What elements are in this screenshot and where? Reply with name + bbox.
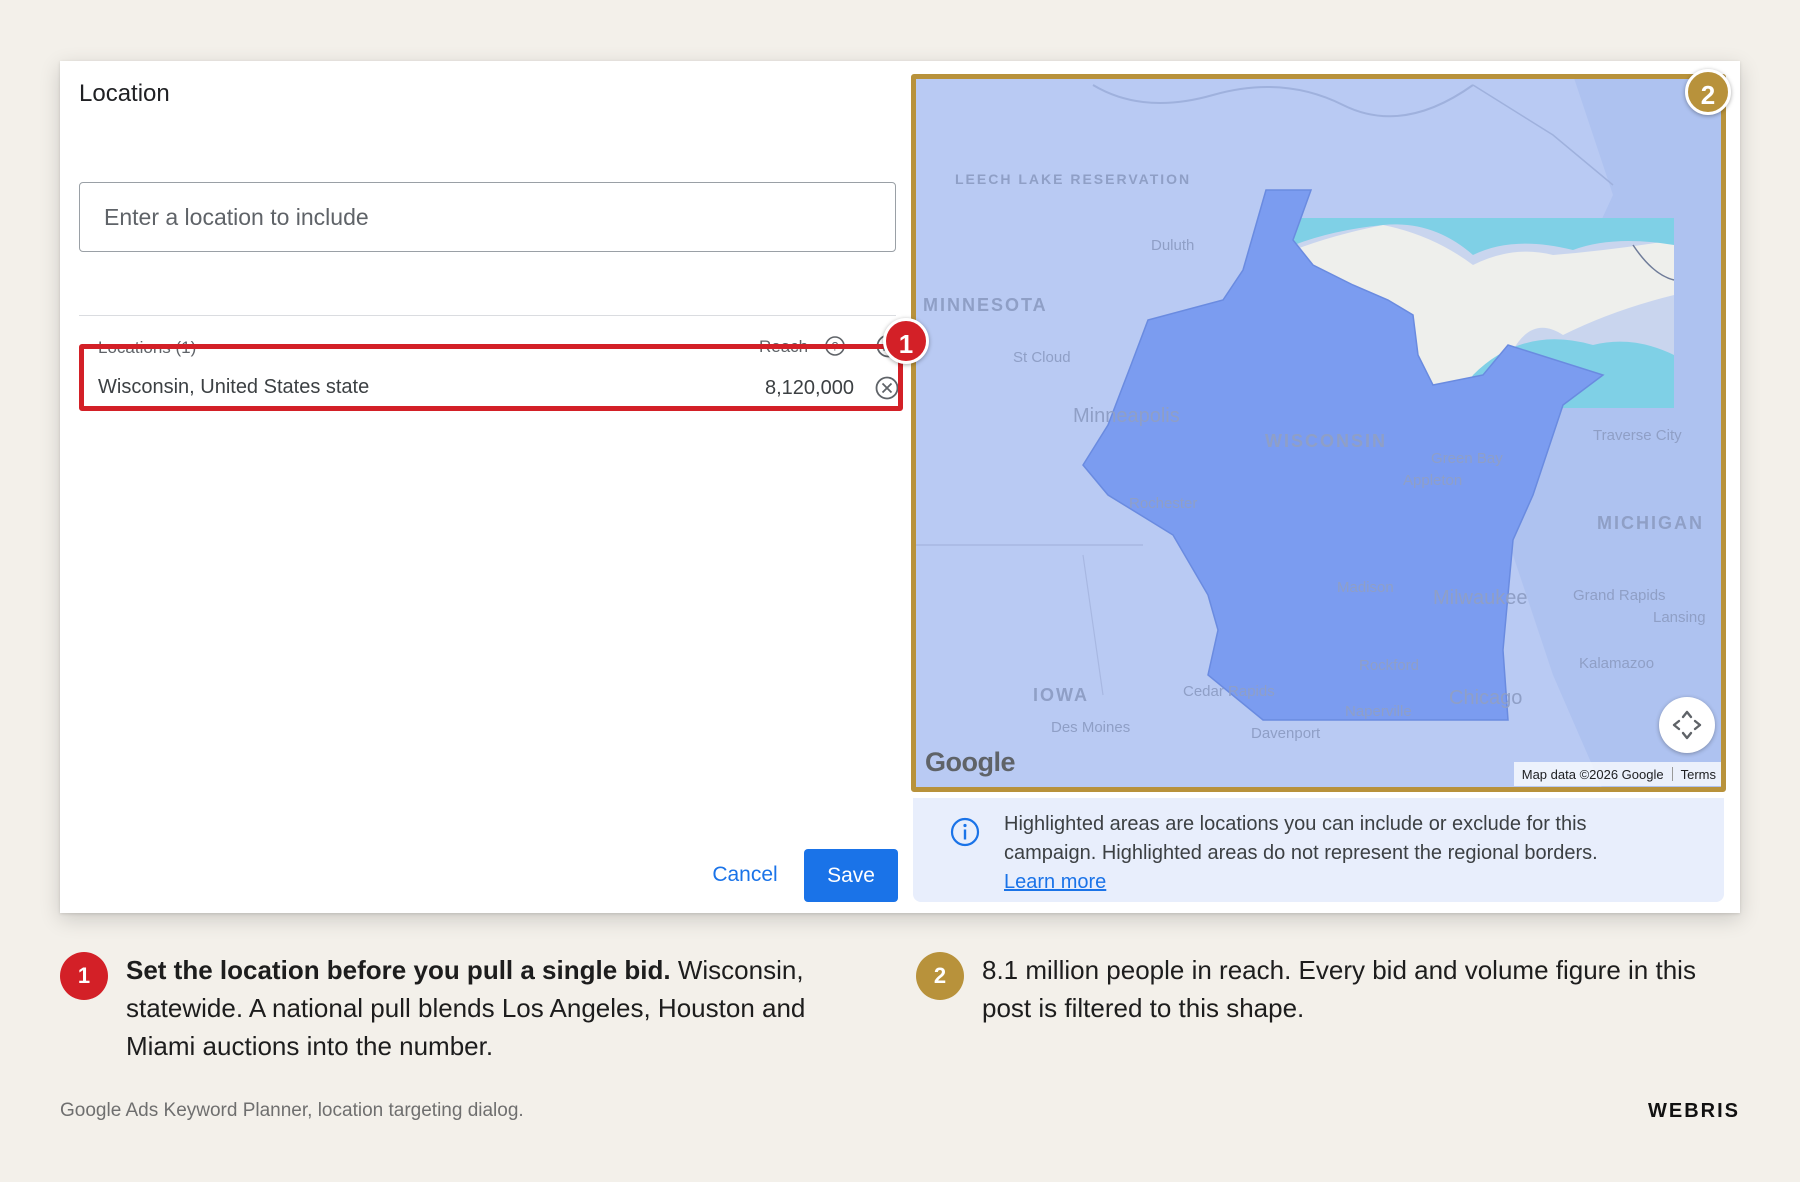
map-city-label: Duluth [1151,237,1195,254]
map-city-label: St Cloud [1013,349,1071,366]
map-city-label: Cedar Rapids [1183,683,1275,700]
google-logo: Google [925,747,1016,777]
map-city-label: Green Bay [1431,450,1503,467]
map-region-label: WISCONSIN [1265,431,1388,451]
info-icon [950,817,980,847]
footer-caption: Google Ads Keyword Planner, location tar… [60,1100,524,1121]
map-city-label: Traverse City [1593,427,1682,444]
caption-1-bold: Set the location before you pull a singl… [126,955,671,985]
map-region-label: MINNESOTA [923,295,1048,315]
map-city-label: Chicago [1449,687,1523,709]
caption-badge-2: 2 [916,952,964,1000]
caption-2: 8.1 million people in reach. Every bid a… [982,955,1696,1023]
map-city-label: Madison [1337,579,1394,596]
map-data-credit: Map data ©2026 Google [1521,766,1664,782]
map-terms-link[interactable]: Terms [1673,767,1724,782]
map-region-label: LEECH LAKE RESERVATION [955,171,1192,187]
map-attribution: Map data ©2026 Google Terms [1513,762,1724,786]
callout-badge-2: 2 [1685,69,1731,115]
location-search-input[interactable] [79,182,896,252]
map-city-label: Rochester [1129,495,1198,512]
recenter-map-button[interactable] [1659,697,1715,753]
map-city-label: Appleton [1403,472,1463,489]
map-city-label: Davenport [1251,725,1321,742]
map-city-label: Minneapolis [1073,405,1180,427]
location-dialog-screenshot: Location Locations (1) Reach ? Wisconsin… [60,61,1740,913]
cancel-button[interactable]: Cancel [702,848,788,902]
map-region-label: MICHIGAN [1597,513,1704,533]
selected-location-highlight [79,344,903,411]
map-city-label: Rockford [1359,657,1420,674]
map-city-label: Milwaukee [1433,587,1528,609]
map-city-label: Naperville [1345,703,1412,720]
caption-badge-1: 1 [60,952,108,1000]
map-info-text: Highlighted areas are locations you can … [1004,810,1684,897]
caption-1: Set the location before you pull a singl… [126,951,866,1065]
location-map[interactable]: LEECH LAKE RESERVATION MINNESOTA WISCONS… [913,75,1724,790]
dialog-title: Location [79,80,170,107]
save-button[interactable]: Save [804,849,898,902]
map-city-label: Lansing [1653,609,1706,626]
learn-more-link[interactable]: Learn more [1004,871,1106,893]
brand-logo: WEBRIS [1648,1100,1740,1122]
callout-badge-1: 1 [883,318,929,364]
map-city-label: Des Moines [1051,719,1131,736]
map-city-label: Grand Rapids [1573,587,1666,604]
recenter-icon [1672,710,1702,740]
map-region-label: IOWA [1033,685,1089,705]
map-info-box: Highlighted areas are locations you can … [913,798,1724,902]
info-message: Highlighted areas are locations you can … [1004,813,1598,864]
map-city-label: Kalamazoo [1579,655,1655,672]
